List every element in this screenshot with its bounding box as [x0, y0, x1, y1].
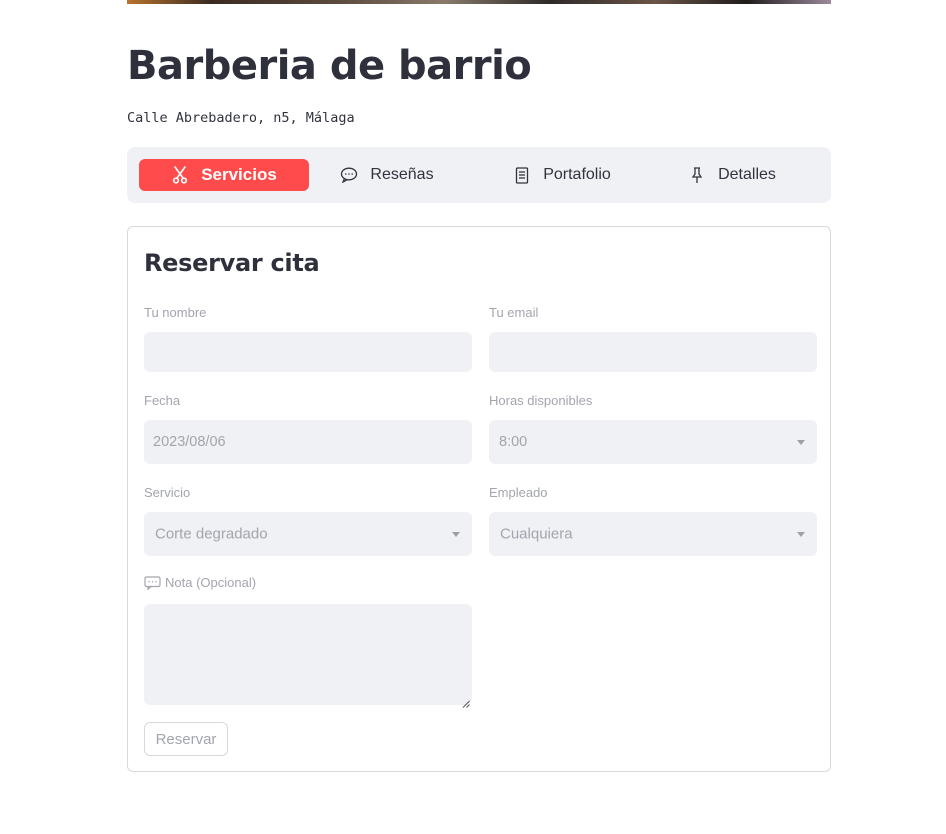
chevron-down-icon [797, 532, 805, 537]
service-value: Corte degradado [155, 525, 268, 543]
resize-handle-icon[interactable] [462, 695, 470, 708]
tab-bar: Servicios Reseñas Portafolio Detalles [127, 147, 831, 203]
name-input[interactable] [144, 332, 472, 372]
tab-label: Portafolio [543, 166, 611, 183]
form-title: Reservar cita [144, 249, 320, 277]
chevron-down-icon [452, 532, 460, 537]
note-textarea[interactable] [144, 604, 472, 708]
date-input[interactable]: 2023/08/06 [144, 420, 472, 464]
email-label: Tu email [489, 305, 539, 320]
business-address: Calle Abrebadero, n5, Málaga [127, 110, 355, 126]
chevron-down-icon [797, 440, 805, 445]
hours-value: 8:00 [499, 434, 528, 450]
speech-bubble-icon [144, 575, 161, 590]
tab-servicios[interactable]: Servicios [139, 159, 309, 191]
date-label: Fecha [144, 393, 181, 408]
service-label: Servicio [144, 485, 191, 500]
employee-label: Empleado [489, 485, 548, 500]
employee-select[interactable]: Cualquiera [489, 512, 817, 556]
service-select[interactable]: Corte degradado [144, 512, 472, 556]
tab-portafolio[interactable]: Portafolio [497, 159, 627, 191]
reservar-button[interactable]: Reservar [144, 722, 228, 756]
tab-label: Reseñas [370, 166, 434, 183]
employee-value: Cualquiera [500, 525, 573, 543]
name-label: Tu nombre [144, 305, 207, 320]
scissors-icon [171, 166, 189, 184]
page-title: Barberia de barrio [127, 43, 532, 89]
hours-select[interactable]: 8:00 [489, 420, 817, 464]
note-label: Nota (Opcional) [144, 575, 256, 590]
tab-label: Detalles [718, 166, 776, 183]
tab-label: Servicios [201, 165, 277, 184]
note-label-text: Nota (Opcional) [165, 575, 257, 590]
tab-resenas[interactable]: Reseñas [327, 159, 447, 191]
speech-bubble-icon [340, 166, 358, 184]
email-input[interactable] [489, 332, 817, 372]
hero-image-strip [127, 0, 831, 4]
date-value: 2023/08/06 [153, 434, 226, 450]
document-icon [513, 166, 531, 184]
booking-form: Reservar cita Tu nombre Tu email Fecha 2… [127, 226, 831, 772]
tab-detalles[interactable]: Detalles [672, 159, 792, 191]
hours-label: Horas disponibles [489, 393, 593, 408]
pushpin-icon [688, 166, 706, 184]
